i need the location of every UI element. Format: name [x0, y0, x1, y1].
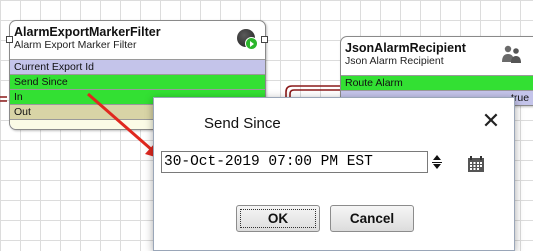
filter-block-subtitle: Alarm Export Marker Filter: [14, 39, 137, 51]
ok-button[interactable]: OK: [236, 205, 320, 232]
ok-button-label: OK: [267, 211, 289, 226]
dialog-title: Send Since: [204, 115, 281, 132]
cancel-button-label: Cancel: [349, 211, 395, 226]
filter-link-pin-left[interactable]: [6, 36, 13, 43]
slot-send-since[interactable]: Send Since: [10, 74, 265, 89]
slot-route-alarm[interactable]: Route Alarm: [341, 75, 533, 90]
users-icon: [502, 45, 521, 63]
spinner-up-icon[interactable]: [433, 155, 441, 160]
recipient-block-subtitle: Json Alarm Recipient: [345, 55, 444, 67]
link-wire-left-stub: [0, 96, 7, 102]
filter-block-title: AlarmExportMarkerFilter: [14, 25, 161, 39]
json-alarm-recipient-block[interactable]: JsonAlarmRecipient Json Alarm Recipient …: [340, 36, 533, 106]
cancel-button[interactable]: Cancel: [330, 205, 414, 232]
date-time-field[interactable]: 30-Oct-2019 07:00 PM EST: [161, 151, 428, 173]
close-icon[interactable]: ✕: [480, 110, 502, 132]
filter-link-pin-right[interactable]: [261, 36, 268, 43]
running-status-icon: [237, 29, 258, 50]
slot-current-export-id[interactable]: Current Export Id: [10, 59, 265, 74]
date-spinner[interactable]: [432, 152, 442, 172]
spinner-down-icon[interactable]: [433, 164, 441, 169]
send-since-dialog: Send Since ✕ 30-Oct-2019 07:00 PM EST OK…: [153, 97, 515, 251]
recipient-block-title: JsonAlarmRecipient: [345, 41, 466, 55]
filter-block-header: AlarmExportMarkerFilter Alarm Export Mar…: [10, 21, 265, 59]
recipient-block-header: JsonAlarmRecipient Json Alarm Recipient: [341, 37, 533, 75]
calendar-icon[interactable]: [467, 155, 485, 173]
